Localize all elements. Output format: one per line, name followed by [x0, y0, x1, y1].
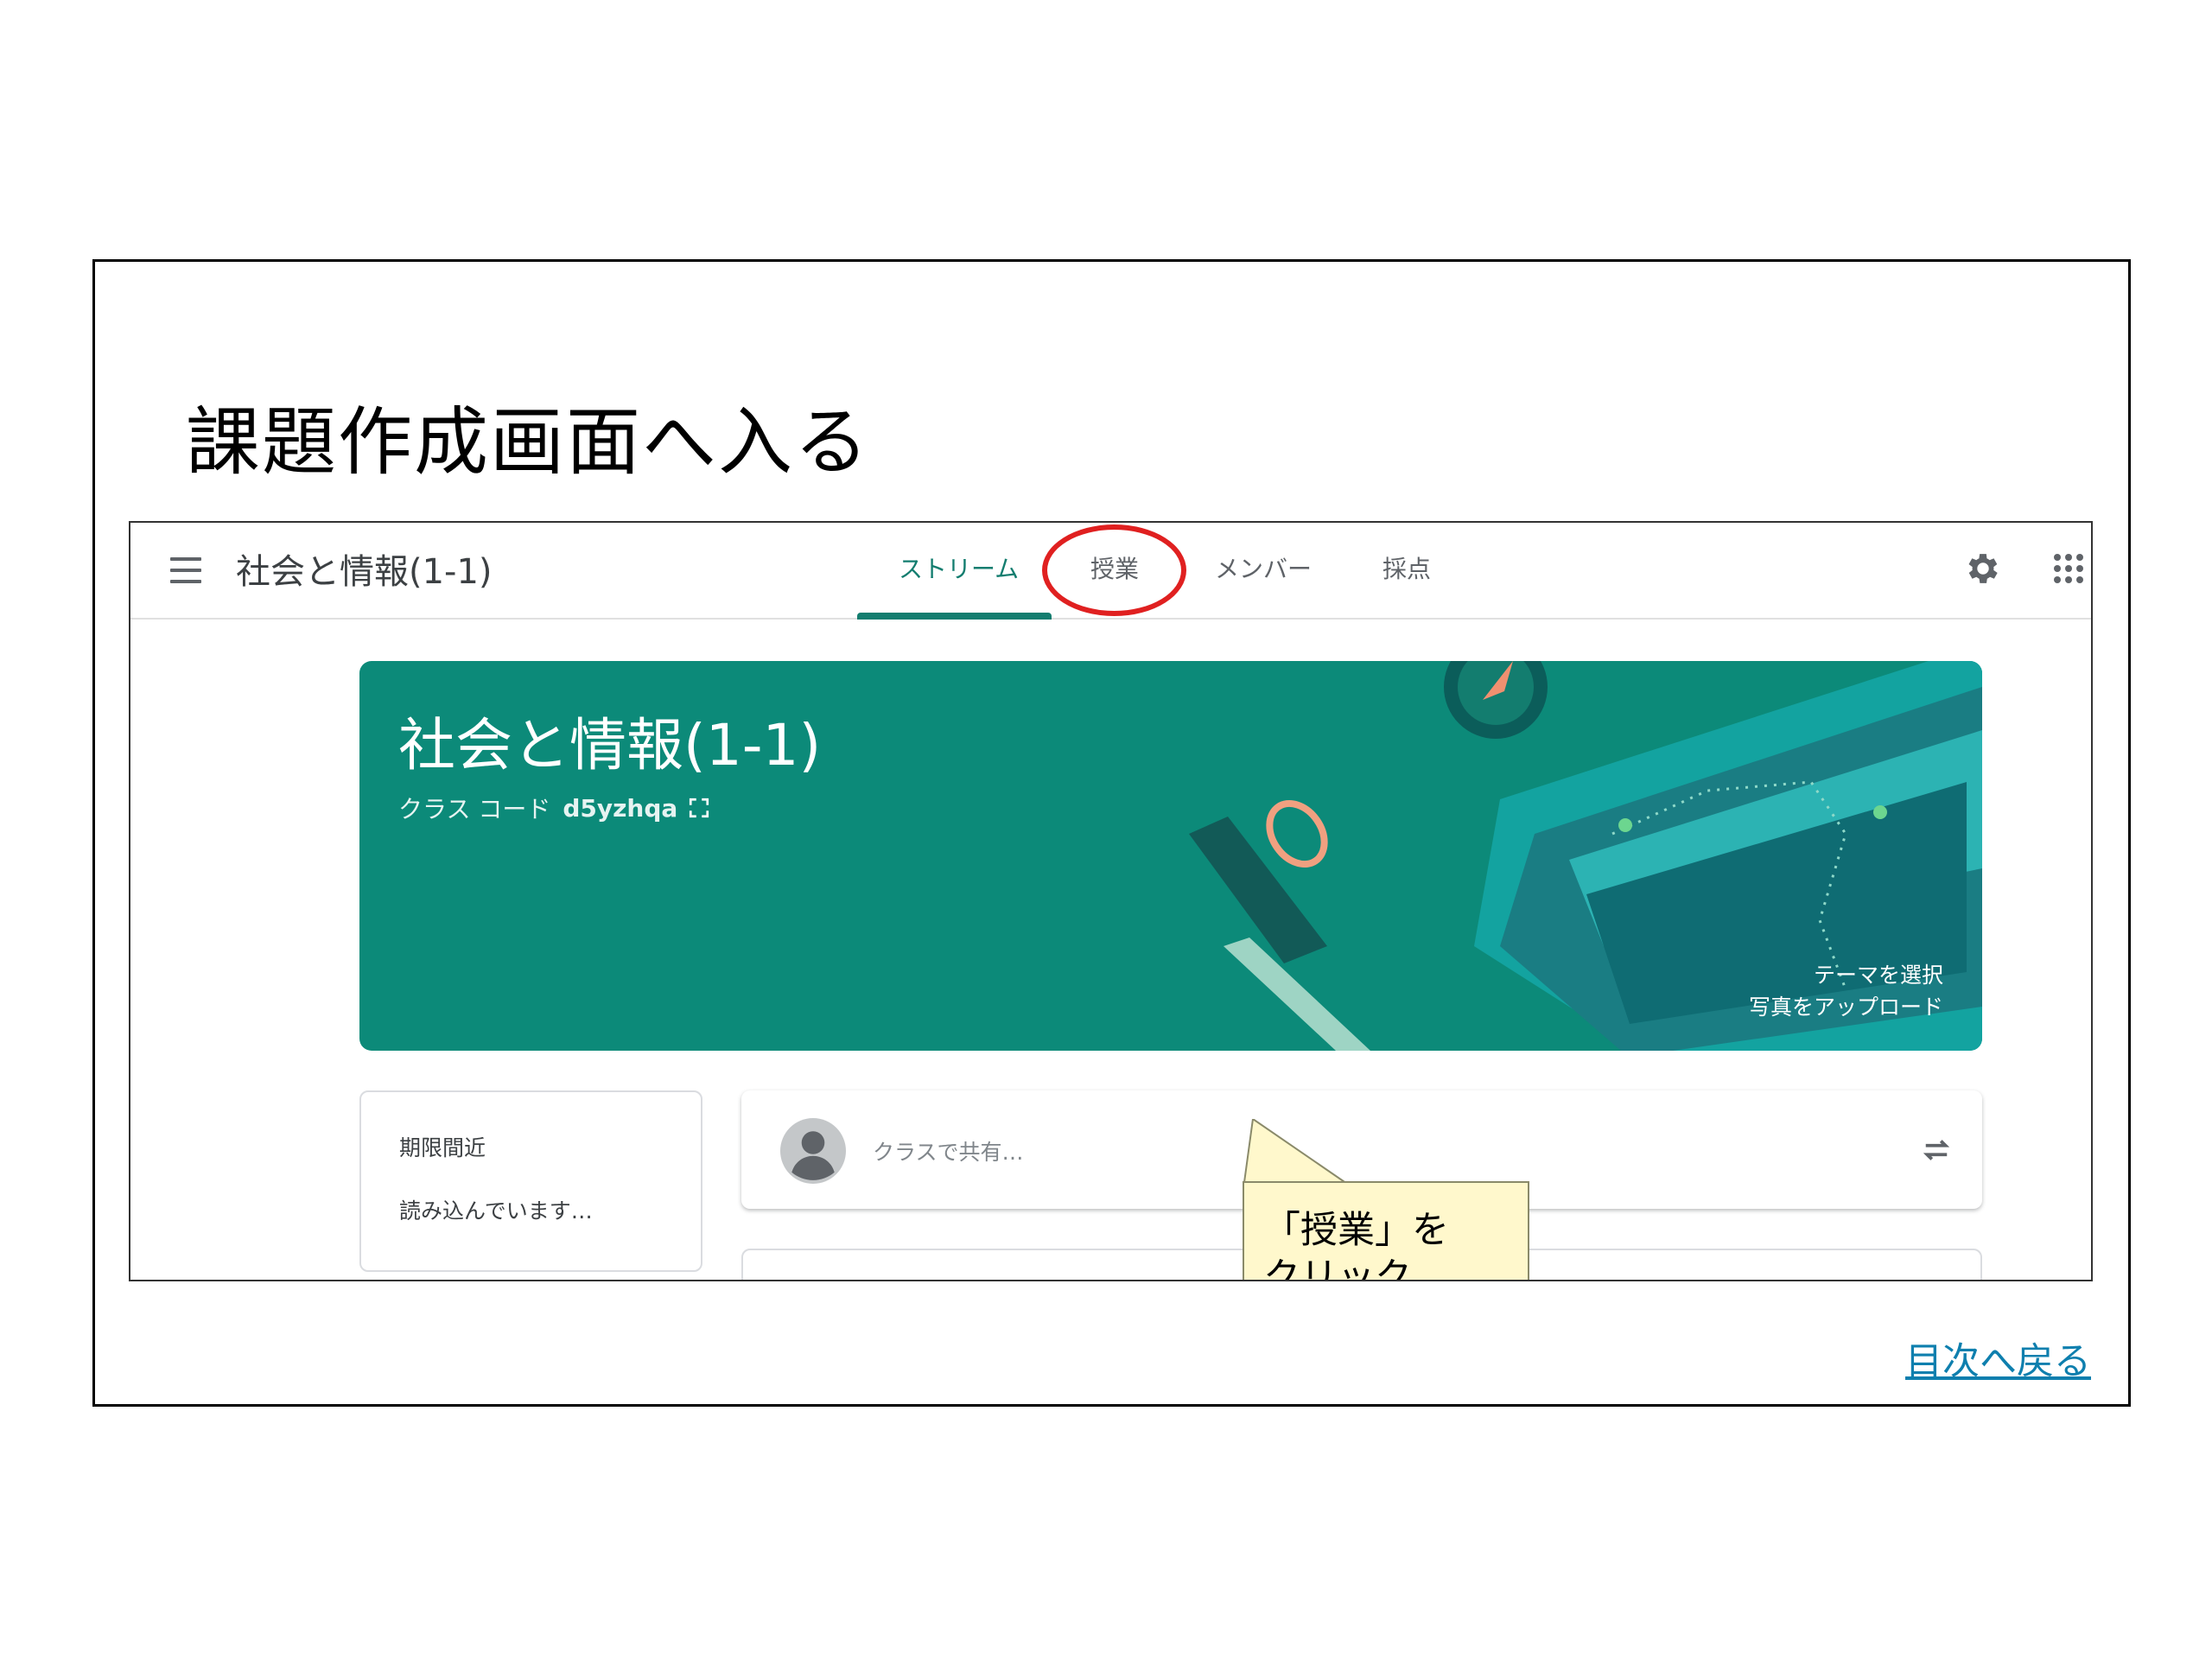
tab-stream[interactable]: ストリーム	[899, 550, 1019, 585]
upload-photo-link[interactable]: 写真をアップロード	[1749, 990, 1943, 1021]
class-banner: 社会と情報(1-1) クラス コード d5yzhqa テーマを選択 写真をアップ…	[359, 661, 1982, 1051]
repost-icon[interactable]	[1918, 1132, 1955, 1168]
share-input[interactable]: クラスで共有…	[873, 1135, 1024, 1166]
tab-people[interactable]: メンバー	[1215, 550, 1312, 585]
select-theme-link[interactable]: テーマを選択	[1814, 958, 1943, 989]
upcoming-card: 期限間近 読み込んでいます…	[359, 1090, 702, 1272]
slide-title: 課題作成画面へ入る	[186, 399, 870, 486]
active-tab-indicator	[857, 613, 1052, 620]
apps-grid-icon[interactable]	[2054, 554, 2083, 583]
top-app-bar: 社会と情報(1-1) ストリーム 授業 メンバー 採点	[130, 523, 2091, 620]
back-to-toc-link[interactable]: 目次へ戻る	[1905, 1332, 2091, 1385]
class-code-value: d5yzhqa	[563, 793, 678, 823]
upcoming-title: 期限間近	[399, 1135, 486, 1160]
menu-icon[interactable]	[170, 557, 201, 583]
instruction-callout: 「授業」を クリック	[1243, 1181, 1529, 1281]
class-code-label: クラス コード	[398, 795, 551, 823]
callout-line-2: クリック	[1263, 1255, 1412, 1281]
expand-icon[interactable]	[688, 797, 710, 819]
tab-grades[interactable]: 採点	[1382, 550, 1431, 585]
classroom-screenshot: 社会と情報(1-1) ストリーム 授業 メンバー 採点 社会と情報(1-1) ク…	[129, 521, 2093, 1281]
upcoming-status: 読み込んでいます…	[399, 1198, 593, 1224]
highlight-ring	[1042, 524, 1186, 616]
callout-line-1: 「授業」を	[1263, 1209, 1449, 1252]
class-code: クラス コード d5yzhqa	[398, 791, 710, 825]
avatar-icon	[780, 1118, 846, 1184]
gear-icon[interactable]	[1963, 549, 2003, 588]
class-name[interactable]: 社会と情報(1-1)	[236, 543, 493, 594]
slide-frame: 課題作成画面へ入る 社会と情報(1-1) ストリーム 授業 メンバー 採点 社会…	[92, 259, 2131, 1407]
banner-class-title: 社会と情報(1-1)	[398, 712, 822, 779]
